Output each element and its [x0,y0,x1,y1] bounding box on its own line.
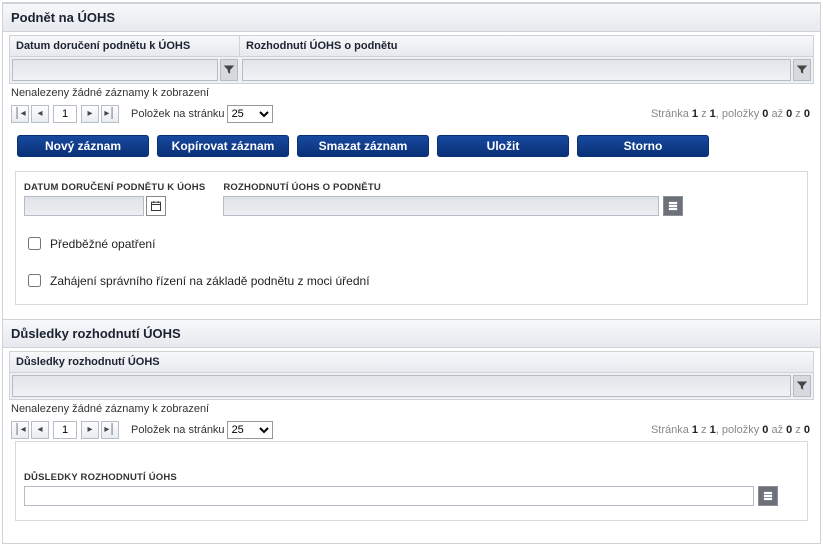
save-button[interactable]: Uložit [437,135,569,157]
pager2-last-button[interactable]: ▸│ [101,421,119,439]
grid2-col-cons[interactable]: Důsledky rozhodnutí ÚOHS [10,352,813,372]
field-decision-input[interactable] [223,196,659,216]
grid2-filter-cons-input[interactable] [12,375,791,397]
checkbox-prelim-input[interactable] [28,237,41,250]
grid1-header: Datum doručení podnětu k ÚOHS Rozhodnutí… [9,35,814,57]
pager2-prev-button[interactable]: ◂ [31,421,49,439]
grid2-no-records: Nenalezeny žádné záznamy k zobrazení [9,400,814,419]
grid2-filter-row [9,373,814,400]
grid2-pager: │◂ ◂ ▸ ▸│ Položek na stránku 25 Stránka … [9,419,814,441]
action-button-row: Nový záznam Kopírovat záznam Smazat zázn… [9,125,814,171]
grid1-col-date[interactable]: Datum doručení podnětu k ÚOHS [10,36,240,56]
pager-prev-button[interactable]: ◂ [31,105,49,123]
form1: DATUM DORUČENÍ PODNĚTU K ÚOHS ROZHODNUTÍ… [15,171,808,305]
grid1-no-records: Nenalezeny žádné záznamy k zobrazení [9,84,814,103]
field-cons: DŮSLEDKY ROZHODNUTÍ ÚOHS [24,472,778,506]
pager-last-button[interactable]: ▸│ [101,105,119,123]
pager2-next-button[interactable]: ▸ [81,421,99,439]
checkbox-prelim: Předběžné opatření [24,234,155,253]
panel-dusledky-header: Důsledky rozhodnutí ÚOHS [3,319,820,348]
pager-info: Stránka 1 z 1, položky 0 až 0 z 0 [651,108,814,120]
field-decision-label: ROZHODNUTÍ ÚOHS O PODNĚTU [223,182,683,193]
grid1-filter-row [9,57,814,84]
checkbox-auto-input[interactable] [28,274,41,287]
field-cons-input[interactable] [24,486,754,506]
field-cons-label: DŮSLEDKY ROZHODNUTÍ ÚOHS [24,472,778,483]
grid1-filter-decision-input[interactable] [242,59,791,81]
delete-record-button[interactable]: Smazat záznam [297,135,429,157]
grid2-filter-cons-icon[interactable] [793,375,811,397]
cancel-button[interactable]: Storno [577,135,709,157]
checkbox-prelim-label: Předběžné opatření [50,237,155,251]
pager2-page-input[interactable] [53,421,77,439]
grid1-filter-date-icon[interactable] [220,59,238,81]
pager2-first-button[interactable]: │◂ [11,421,29,439]
field-decision: ROZHODNUTÍ ÚOHS O PODNĚTU [223,182,683,216]
grid1-pager: │◂ ◂ ▸ ▸│ Položek na stránku 25 Stránka … [9,103,814,125]
pager-next-button[interactable]: ▸ [81,105,99,123]
grid1-filter-date-input[interactable] [12,59,218,81]
new-record-button[interactable]: Nový záznam [17,135,149,157]
field-date-label: DATUM DORUČENÍ PODNĚTU K ÚOHS [24,182,205,193]
panel-podnet-header: Podnět na ÚOHS [3,3,820,32]
grid1-filter-decision-icon[interactable] [793,59,811,81]
pager-first-button[interactable]: │◂ [11,105,29,123]
pager2-info: Stránka 1 z 1, položky 0 až 0 z 0 [651,424,814,436]
calendar-icon[interactable] [146,196,166,216]
panel-dusledky: Důsledky rozhodnutí ÚOHS Důsledky rozhod… [3,319,820,531]
pager-pps-select[interactable]: 25 [227,105,273,123]
grid2-header: Důsledky rozhodnutí ÚOHS [9,351,814,373]
panel-podnet: Podnět na ÚOHS Datum doručení podnětu k … [3,3,820,315]
pager-pps-label: Položek na stránku [131,108,225,120]
checkbox-auto-label: Zahájení správního řízení na základě pod… [50,274,370,288]
lookup-icon[interactable] [663,196,683,216]
checkbox-auto: Zahájení správního řízení na základě pod… [24,271,370,290]
pager2-pps-label: Položek na stránku [131,424,225,436]
pager-page-input[interactable] [53,105,77,123]
lookup2-icon[interactable] [758,486,778,506]
copy-record-button[interactable]: Kopírovat záznam [157,135,289,157]
field-date-input[interactable] [24,196,144,216]
grid1-col-decision[interactable]: Rozhodnutí ÚOHS o podnětu [240,36,813,56]
form2: DŮSLEDKY ROZHODNUTÍ ÚOHS [15,441,808,521]
pager2-pps-select[interactable]: 25 [227,421,273,439]
field-date: DATUM DORUČENÍ PODNĚTU K ÚOHS [24,182,205,216]
